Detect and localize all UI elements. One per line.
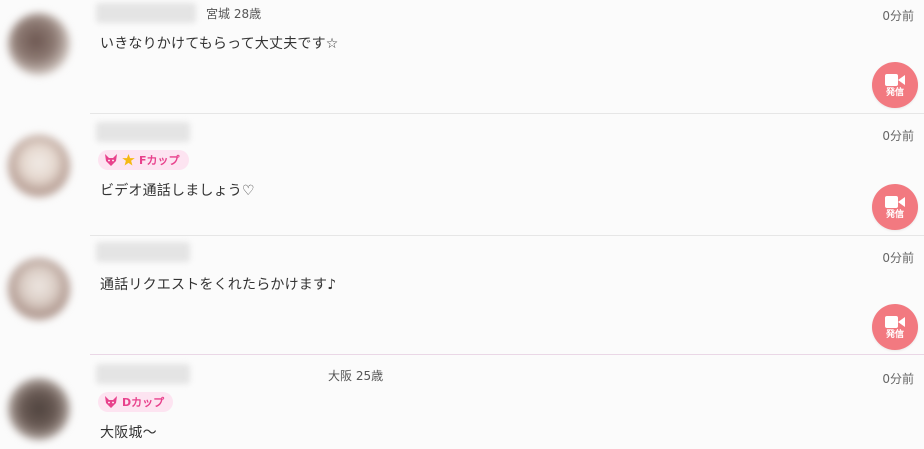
- badge: Dカップ: [98, 392, 174, 412]
- call-button-label: 発信: [885, 329, 904, 340]
- fox-icon: [105, 154, 117, 166]
- timestamp: 0分前: [882, 129, 914, 143]
- timestamp: 0分前: [882, 372, 914, 386]
- avatar[interactable]: [8, 135, 70, 197]
- timestamp: 0分前: [882, 251, 914, 265]
- star-icon: [122, 154, 135, 166]
- list-item[interactable]: 宮城 28歳 0分前 いきなりかけてもらって大丈夫です☆ 発信: [0, 0, 924, 113]
- list-item[interactable]: 0分前 Fカップ ビデオ通話しましょう♡ 発信: [0, 114, 924, 235]
- video-camera-icon: [885, 73, 905, 86]
- username-blurred: [96, 122, 190, 142]
- location-age: 大阪 25歳: [328, 369, 384, 383]
- video-camera-icon: [885, 315, 905, 328]
- badge-text: Dカップ: [122, 396, 165, 409]
- message-text: いきなりかけてもらって大丈夫です☆: [100, 36, 339, 52]
- list-item[interactable]: 0分前 通話リクエストをくれたらかけます♪ 発信: [0, 236, 924, 354]
- badge: Fカップ: [98, 150, 189, 170]
- message-text: 通話リクエストをくれたらかけます♪: [100, 277, 337, 293]
- video-call-button[interactable]: 発信: [872, 62, 918, 108]
- fox-icon: [105, 396, 117, 408]
- badge-text: Fカップ: [139, 154, 180, 167]
- video-call-button[interactable]: 発信: [872, 304, 918, 350]
- location-age: 宮城 28歳: [206, 7, 262, 21]
- video-camera-icon: [885, 195, 905, 208]
- username-blurred: [96, 242, 190, 262]
- message-text: ビデオ通話しましょう♡: [100, 183, 255, 199]
- avatar[interactable]: [8, 13, 70, 75]
- video-call-button[interactable]: 発信: [872, 184, 918, 230]
- message-text: 大阪城〜: [100, 425, 157, 441]
- avatar[interactable]: [8, 378, 70, 440]
- call-button-label: 発信: [885, 209, 904, 220]
- avatar[interactable]: [8, 258, 70, 320]
- list-item[interactable]: 大阪 25歳 0分前 Dカップ 大阪城〜: [0, 355, 924, 449]
- username-blurred: [96, 364, 190, 384]
- username-blurred: [96, 3, 196, 23]
- timestamp: 0分前: [882, 9, 914, 23]
- call-button-label: 発信: [885, 87, 904, 98]
